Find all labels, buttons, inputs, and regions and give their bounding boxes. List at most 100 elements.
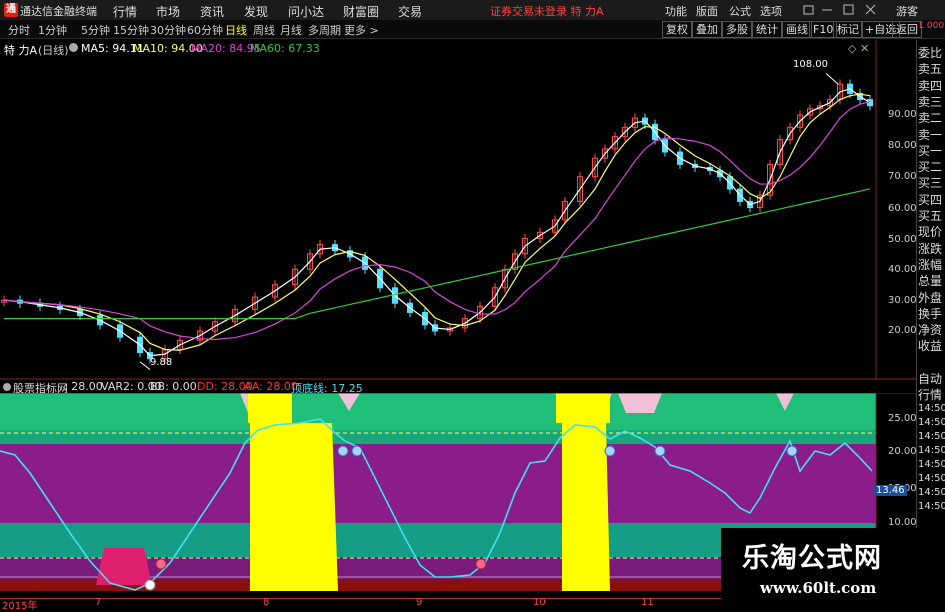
skin-icon[interactable]: [803, 5, 814, 15]
menu-banmian[interactable]: 版面: [696, 3, 718, 19]
right-top-label: L 000: [919, 21, 945, 31]
period-5min[interactable]: 5分钟: [81, 22, 110, 38]
quote-field: 涨跌: [918, 241, 943, 256]
buy-marker-dot: [351, 445, 363, 457]
date-label: 2015年: [2, 601, 38, 612]
quote-field: 买五: [918, 209, 943, 223]
quote-field: 涨幅: [918, 257, 943, 272]
low-arrow: [139, 361, 151, 370]
quote-field: 委比: [918, 46, 943, 60]
btn-fanhui[interactable]: 返回: [892, 21, 922, 38]
btn-tongji[interactable]: 统计: [752, 21, 782, 38]
quote-field: 现价: [918, 225, 943, 240]
close-icon[interactable]: [865, 4, 876, 15]
quote-field: 买三: [918, 176, 943, 191]
quote-field: 卖四: [918, 78, 943, 93]
quote-field: 总量: [918, 274, 943, 289]
menu-hangqing[interactable]: 行情: [113, 3, 137, 20]
menu-shichang[interactable]: 市场: [156, 3, 180, 20]
quote-field: 卖一: [918, 127, 943, 142]
btn-duogu[interactable]: 多股: [722, 21, 752, 38]
low-price-annotation: 9.88: [150, 357, 173, 368]
trade-notice: 证券交易未登录 特 力A: [490, 5, 604, 18]
band-teal-upper: [0, 430, 876, 444]
btn-diejia[interactable]: 叠加: [692, 21, 722, 38]
quote-field: 14:50: [918, 402, 945, 414]
quote-field: 买二: [918, 160, 943, 175]
menu-wenxiaoda[interactable]: 问小达: [288, 3, 324, 20]
guest-label[interactable]: 游客: [896, 3, 918, 19]
indicator-aa: AA: 28.00: [244, 380, 298, 393]
quote-field: 自动: [918, 372, 943, 386]
quote-field: 买一: [918, 143, 943, 158]
sell-marker-dot: [155, 558, 167, 570]
high-arrow: [825, 72, 839, 85]
quote-field: 收益: [918, 339, 943, 354]
sell-marker-dot: [475, 558, 487, 570]
band-top-green: [0, 393, 876, 430]
period-15min[interactable]: 15分钟: [113, 22, 149, 38]
watermark-url: www.60lt.com: [760, 579, 877, 597]
period-1min[interactable]: 1分钟: [38, 22, 67, 38]
btn-fuquan[interactable]: 复权: [662, 21, 692, 38]
menu-faxian[interactable]: 发现: [244, 3, 268, 20]
buy-marker-dot: [786, 445, 798, 457]
quote-field: 14:50: [918, 500, 945, 512]
btn-huaxian[interactable]: 画线: [782, 21, 812, 38]
quote-field: 净资: [918, 323, 943, 338]
plus-marker: [144, 579, 156, 591]
period-daily[interactable]: 日线: [225, 22, 247, 38]
indicator-settings-icon[interactable]: [3, 383, 11, 391]
yellow-cap: [556, 393, 610, 423]
window-controls[interactable]: [800, 4, 890, 17]
quote-field: 外盘: [918, 290, 943, 305]
yellow-column: [562, 423, 610, 591]
quote-field: 14:50: [918, 472, 945, 484]
menu-xuanxiang[interactable]: 选项: [760, 3, 782, 19]
quote-field: 14:50: [918, 430, 945, 442]
period-monthly[interactable]: 月线: [280, 22, 302, 38]
high-price-annotation: 108.00: [793, 59, 828, 70]
buy-marker-dot: [337, 445, 349, 457]
app-name: 通达信金融终端: [20, 5, 97, 18]
menu-gongneng[interactable]: 功能: [665, 3, 687, 19]
candlestick-chart[interactable]: [0, 40, 916, 380]
yellow-cap: [248, 393, 292, 423]
quote-field: 14:50: [918, 458, 945, 470]
indicator-v1: : 28.00: [64, 380, 103, 393]
buy-marker-dot: [654, 445, 666, 457]
app-logo-icon: 通: [4, 3, 18, 17]
period-weekly[interactable]: 周线: [253, 22, 275, 38]
date-label: 11: [641, 597, 654, 608]
period-more[interactable]: 更多 >: [344, 22, 379, 38]
date-label: 10: [533, 597, 546, 608]
quote-field: 换手: [918, 306, 943, 321]
quote-field: 卖五: [918, 62, 943, 77]
period-30min[interactable]: 30分钟: [150, 22, 186, 38]
menu-zixun[interactable]: 资讯: [200, 3, 224, 20]
date-label: 8: [263, 597, 270, 608]
menu-caifuquan[interactable]: 财富圈: [343, 3, 379, 20]
ma60-line: [4, 188, 871, 320]
quote-field: 买四: [918, 192, 943, 207]
period-multi[interactable]: 多周期: [308, 22, 341, 38]
quote-field: 14:50: [918, 416, 945, 428]
indicator-bb: BB: 0.00: [150, 380, 197, 393]
quote-field: 14:50: [918, 444, 945, 456]
btn-biaoji[interactable]: 标记: [833, 21, 863, 38]
ma5-line: [3, 88, 871, 357]
quote-field: 卖三: [918, 94, 943, 109]
date-label: 9: [416, 597, 423, 608]
indicator-current-value: 13.46: [874, 485, 907, 496]
buy-marker-dot: [604, 445, 616, 457]
quote-field: 卖二: [918, 111, 943, 126]
quote-field: 14:50: [918, 486, 945, 498]
maximize-icon[interactable]: [843, 4, 854, 15]
menu-gongshi[interactable]: 公式: [729, 3, 751, 19]
period-fenshi[interactable]: 分时: [8, 22, 30, 38]
period-60min[interactable]: 60分钟: [187, 22, 223, 38]
ma20-line: [3, 100, 871, 341]
menu-jiaoyi[interactable]: 交易: [398, 3, 422, 20]
pink-block: [96, 548, 152, 585]
yellow-column: [250, 423, 338, 591]
